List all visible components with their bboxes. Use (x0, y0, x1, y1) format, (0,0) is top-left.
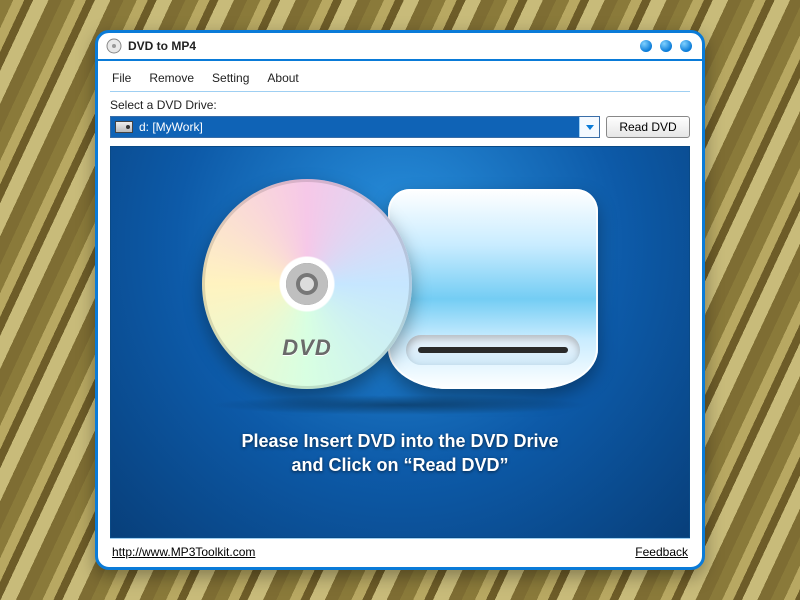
footer-feedback-link[interactable]: Feedback (635, 545, 688, 559)
chevron-down-icon[interactable] (579, 117, 599, 137)
minimize-dot[interactable] (640, 40, 652, 52)
menu-file[interactable]: File (112, 71, 131, 85)
instruction-line2: and Click on “Read DVD” (241, 453, 558, 477)
window-controls (640, 40, 692, 52)
window-title: DVD to MP4 (128, 39, 196, 53)
app-icon (106, 38, 122, 54)
footer: http://www.MP3Toolkit.com Feedback (110, 538, 690, 561)
client-area: File Remove Setting About Select a DVD D… (98, 61, 702, 567)
menu-setting[interactable]: Setting (212, 71, 249, 85)
read-dvd-button[interactable]: Read DVD (606, 116, 690, 138)
menubar: File Remove Setting About (110, 69, 690, 92)
menu-remove[interactable]: Remove (149, 71, 194, 85)
artwork: DVD (202, 179, 598, 389)
drive-combobox[interactable]: d: [MyWork] (110, 116, 600, 138)
instruction-text: Please Insert DVD into the DVD Drive and… (221, 429, 578, 492)
titlebar: DVD to MP4 (98, 33, 702, 61)
app-window: DVD to MP4 File Remove Setting About Sel… (95, 30, 705, 570)
drive-select-label: Select a DVD Drive: (110, 98, 690, 112)
drive-icon (115, 121, 133, 133)
menu-about[interactable]: About (267, 71, 298, 85)
drive-row: d: [MyWork] Read DVD (110, 116, 690, 138)
close-dot[interactable] (680, 40, 692, 52)
maximize-dot[interactable] (660, 40, 672, 52)
dvd-drive-icon (388, 189, 598, 389)
dvd-disc-label: DVD (282, 335, 331, 361)
artwork-shadow (210, 395, 590, 415)
drive-selected-value: d: [MyWork] (139, 120, 203, 134)
footer-url-link[interactable]: http://www.MP3Toolkit.com (112, 545, 255, 559)
dvd-disc-icon: DVD (202, 179, 412, 389)
stage-panel: DVD Please Insert DVD into the DVD Drive… (110, 146, 690, 538)
instruction-line1: Please Insert DVD into the DVD Drive (241, 429, 558, 453)
